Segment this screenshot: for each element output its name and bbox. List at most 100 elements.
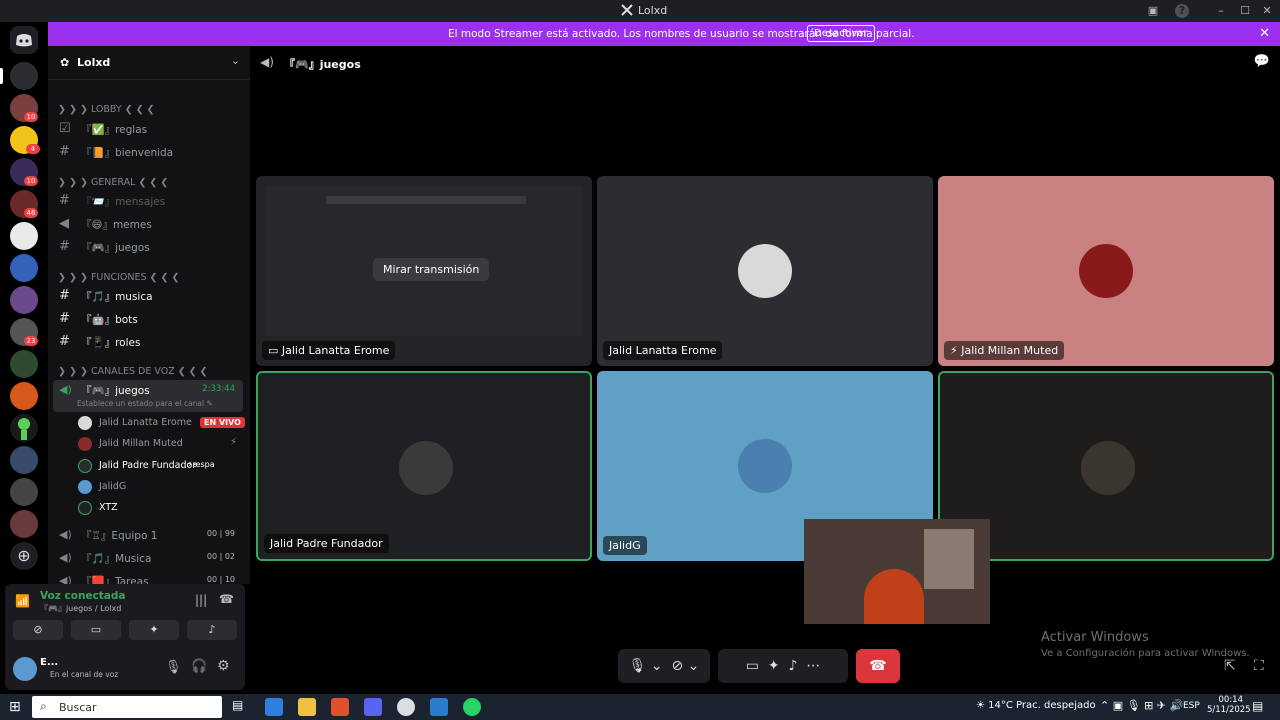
voice-status[interactable]: Voz conectada [40, 590, 126, 602]
muted-icon: ⚡ [950, 344, 962, 357]
server-icon[interactable] [10, 478, 38, 506]
server-icon[interactable] [10, 382, 38, 410]
soundwave-icon[interactable]: ||| [195, 593, 207, 607]
participant-tile[interactable]: Jalid Lanatta Erome [597, 176, 933, 366]
voice-user[interactable]: Jalid Millan Muted ⚡ [75, 434, 245, 454]
server-icon[interactable]: 10 [10, 94, 38, 122]
hash-icon: # [59, 193, 70, 208]
server-icon[interactable] [10, 222, 38, 250]
fullscreen-icon[interactable]: ⛶ [1254, 658, 1264, 674]
avatar [1079, 244, 1133, 298]
voice-channel-tareas[interactable]: ◀) 『🟥』Tareas 00 | 10 [53, 571, 243, 584]
copilot-icon[interactable] [265, 698, 283, 716]
discord-taskbar-icon[interactable] [364, 698, 382, 716]
channel-bienvenida[interactable]: # 『📙』bienvenida [53, 142, 243, 162]
category-lobby[interactable]: ❯ ❯ ❯ LOBBY ❮ ❮ ❮ [58, 104, 155, 115]
maximize-button[interactable]: ☐ [1237, 3, 1253, 19]
server-icon[interactable]: 46 [10, 190, 38, 218]
clock[interactable]: 00:14 5/11/2025 [1207, 695, 1251, 715]
close-banner-icon[interactable]: ✕ [1259, 26, 1270, 41]
file-explorer-icon[interactable] [298, 698, 316, 716]
popout-icon[interactable]: ⇱ [1224, 658, 1236, 674]
server-icon[interactable] [10, 446, 38, 474]
channel-juegos-text[interactable]: # 『🎮』juegos [53, 237, 243, 257]
tray-icons[interactable]: ⌃ ▣ 🎙 ⊞ ✈ 🔊 [1100, 699, 1183, 712]
whatsapp-icon[interactable] [463, 698, 481, 716]
headphones-icon[interactable]: 🎧 [191, 659, 207, 674]
voice-user[interactable]: XTZ [75, 498, 245, 518]
inbox-icon[interactable]: ▣ [1145, 3, 1161, 19]
server-icon[interactable] [10, 254, 38, 282]
windows-start-icon[interactable]: ⊞ [9, 699, 21, 715]
soundboard-button[interactable]: ♪ [187, 620, 237, 640]
channel-memes[interactable]: ◀ 『😄』memes [53, 214, 243, 234]
media-buttons[interactable]: ▭ ✦ ♪ ⋯ [718, 649, 848, 683]
voice-location[interactable]: 『🎮』juegos / Lolxd [40, 603, 121, 614]
chat-bubble-icon[interactable]: 💬 [1254, 54, 1270, 69]
channel-bots[interactable]: # 『🤖』bots [53, 309, 243, 329]
server-icon[interactable]: 10 [10, 158, 38, 186]
search-placeholder: Buscar [59, 701, 97, 714]
unread-badge: 4 [26, 144, 40, 154]
voice-user[interactable]: JalidG [75, 477, 245, 497]
microphone-icon[interactable]: 🎙 [165, 660, 182, 675]
disconnect-icon[interactable]: ☎ [219, 592, 234, 606]
server-icon[interactable]: 4 [10, 126, 40, 154]
task-view-icon[interactable]: ▤ [232, 698, 250, 716]
channel-header: ◀) 『🎮』juegos 💬 [250, 46, 1280, 80]
category-general[interactable]: ❯ ❯ ❯ GENERAL ❮ ❮ ❮ [58, 177, 168, 188]
channel-roles[interactable]: # 『📱』roles [53, 332, 243, 352]
voice-channel-musica[interactable]: ◀) 『🎵』Musica 00 | 02 [53, 548, 243, 568]
server-icon[interactable] [10, 286, 38, 314]
watch-stream-button[interactable]: Mirar transmisión [373, 258, 490, 281]
participant-tile[interactable]: Jalid Padre Fundador [256, 371, 592, 561]
server-icon[interactable] [10, 510, 38, 538]
minimize-button[interactable]: – [1213, 3, 1229, 19]
camera-off-button[interactable]: ⊘ [13, 620, 63, 640]
language-indicator[interactable]: ESP [1183, 701, 1200, 711]
server-header[interactable]: ✿ Lolxd ⌄ [48, 46, 250, 80]
app-taskbar-icon[interactable] [397, 698, 415, 716]
server-icon[interactable] [10, 350, 38, 378]
channel-mensajes[interactable]: # 『📨』mensajes [53, 191, 243, 211]
brave-browser-icon[interactable] [331, 698, 349, 716]
channel-musica[interactable]: # 『🎵』musica [53, 286, 243, 306]
avatar [1081, 441, 1135, 495]
server-icon[interactable]: 23 [10, 318, 38, 346]
add-server-icon[interactable]: ⊕ [10, 542, 38, 570]
app-taskbar-icon[interactable] [430, 698, 448, 716]
voice-user[interactable]: Jalid Padre Fundador ⚡æspa [75, 456, 245, 476]
title-bar: Lolxd ▣ ? – ☐ ✕ [0, 0, 1280, 22]
deactivate-button[interactable]: Desactivar [807, 25, 875, 42]
voice-connection-panel: 📶 Voz conectada 『🎮』juegos / Lolxd ||| ☎ … [5, 584, 245, 648]
server-icon[interactable] [10, 62, 38, 90]
avatar [78, 501, 92, 515]
taskbar-search[interactable]: ⌕ Buscar [32, 696, 222, 718]
participant-tile[interactable]: ⚡ Jalid Millan Muted [938, 176, 1274, 366]
weather-widget[interactable]: ☀ 14°C Prac. despejado [976, 700, 1096, 711]
gear-icon[interactable]: ⚙ [217, 658, 230, 674]
server-name: Lolxd [77, 56, 111, 69]
avatar [78, 437, 92, 451]
voice-user[interactable]: Jalid Lanatta Erome EN VIVO [75, 413, 245, 433]
voice-channel-equipo[interactable]: ◀) 『♖』Equipo 1 00 | 99 [53, 525, 243, 545]
self-camera-preview[interactable] [804, 519, 990, 624]
discord-home-icon[interactable] [10, 26, 38, 54]
live-badge: EN VIVO [200, 417, 245, 428]
category-funciones[interactable]: ❯ ❯ ❯ FUNCIONES ❮ ❮ ❮ [58, 272, 179, 283]
help-icon[interactable]: ? [1175, 4, 1189, 18]
notifications-icon[interactable]: ▤ [1252, 699, 1263, 713]
screen-share-button[interactable]: ▭ [71, 620, 121, 640]
avatar[interactable] [13, 657, 37, 681]
server-icon[interactable] [10, 414, 38, 442]
category-voz[interactable]: ❯ ❯ ❯ CANALES DE VOZ ❮ ❮ ❮ [58, 366, 208, 377]
channel-status-text[interactable]: Establece un estado para el canal ✎ [77, 399, 213, 408]
hang-up-button[interactable]: ☎ [856, 649, 900, 683]
user-limit: 00 | 10 [206, 575, 235, 584]
activities-button[interactable]: ✦ [129, 620, 179, 640]
channel-reglas[interactable]: ☑ 『✅』reglas [53, 119, 243, 139]
microphone-toggle[interactable]: 🎙 ⌄ ⊘ ⌄ [618, 649, 710, 683]
voice-channel-juegos[interactable]: ◀) 『🎮』juegos 2:33:44 Establece un estado… [53, 380, 243, 412]
stream-tile[interactable]: Mirar transmisión ▭ Jalid Lanatta Erome [256, 176, 592, 366]
close-window-button[interactable]: ✕ [1259, 3, 1275, 19]
